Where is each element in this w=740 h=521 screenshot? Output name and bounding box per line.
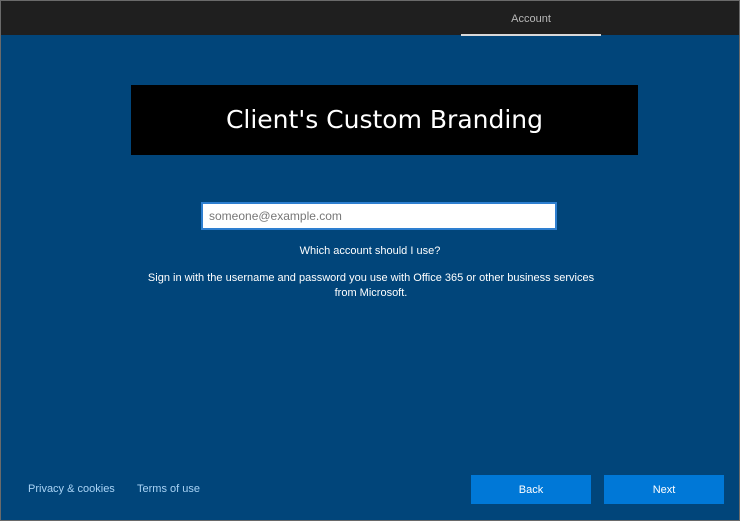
custom-branding-banner: Client's Custom Branding xyxy=(131,85,638,155)
privacy-cookies-link[interactable]: Privacy & cookies xyxy=(28,483,115,495)
account-setup-window: Account Client's Custom Branding Which a… xyxy=(0,0,740,521)
active-tab-indicator xyxy=(461,34,601,36)
which-account-link[interactable]: Which account should I use? xyxy=(1,245,739,257)
terms-of-use-link[interactable]: Terms of use xyxy=(137,483,200,495)
sign-in-description: Sign in with the username and password y… xyxy=(147,272,595,299)
top-bar: Account xyxy=(1,1,739,36)
back-button[interactable]: Back xyxy=(471,475,591,504)
email-input[interactable] xyxy=(201,202,557,230)
tab-account[interactable]: Account xyxy=(461,1,601,35)
next-button[interactable]: Next xyxy=(604,475,724,504)
